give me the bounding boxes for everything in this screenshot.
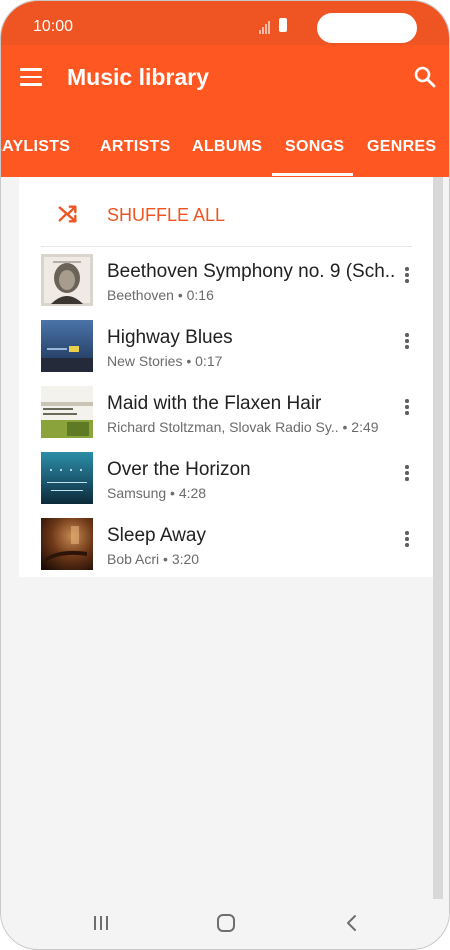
- song-subtitle: New Stories • 0:17: [107, 353, 223, 369]
- shuffle-all-button[interactable]: SHUFFLE ALL: [19, 177, 433, 247]
- phone-frame: 10:00 Music library LAYLISTS ARTISTS ALB…: [0, 0, 450, 950]
- app-bar: Music library: [1, 45, 449, 109]
- album-art: [41, 254, 93, 306]
- song-title: Sleep Away: [107, 525, 206, 546]
- song-list: SHUFFLE ALL Beethoven Symphony no. 9 (Sc…: [19, 177, 433, 577]
- song-title: Beethoven Symphony no. 9 (Sch..: [107, 261, 396, 282]
- home-icon[interactable]: [217, 914, 235, 932]
- scrollbar[interactable]: [433, 177, 443, 899]
- song-subtitle: Bob Acri • 3:20: [107, 551, 200, 567]
- song-row[interactable]: Over the Horizon Samsung • 4:28: [19, 452, 433, 518]
- song-subtitle: Richard Stoltzman, Slovak Radio Sy.. • 2…: [107, 419, 379, 435]
- song-row[interactable]: Highway Blues New Stories • 0:17: [19, 320, 433, 386]
- more-vert-icon[interactable]: [402, 531, 412, 551]
- song-row[interactable]: Beethoven Symphony no. 9 (Sch.. Beethove…: [19, 254, 433, 320]
- recent-apps-icon[interactable]: [93, 915, 109, 931]
- tab-bar: LAYLISTS ARTISTS ALBUMS SONGS GENRES: [1, 109, 449, 177]
- search-icon[interactable]: [413, 65, 437, 89]
- signal-icon: [259, 21, 270, 34]
- shuffle-all-label: SHUFFLE ALL: [107, 205, 226, 225]
- song-row[interactable]: Sleep Away Bob Acri • 3:20: [19, 518, 433, 584]
- camera-cutout: [317, 13, 417, 43]
- song-title: Highway Blues: [107, 327, 233, 348]
- song-row[interactable]: Maid with the Flaxen Hair Richard Stoltz…: [19, 386, 433, 452]
- tab-artists[interactable]: ARTISTS: [100, 109, 171, 177]
- tab-playlists[interactable]: LAYLISTS: [1, 109, 70, 177]
- more-vert-icon[interactable]: [402, 333, 412, 353]
- selected-tab-indicator: [272, 173, 353, 176]
- status-bar: 10:00: [1, 1, 449, 45]
- more-vert-icon[interactable]: [402, 267, 412, 287]
- menu-icon[interactable]: [20, 68, 42, 86]
- status-time: 10:00: [33, 18, 74, 35]
- tab-songs[interactable]: SONGS: [285, 109, 344, 177]
- system-nav-bar: [1, 899, 449, 949]
- album-art: [41, 320, 93, 372]
- tab-albums[interactable]: ALBUMS: [192, 109, 262, 177]
- shuffle-icon: [58, 205, 77, 223]
- battery-icon: [279, 18, 287, 32]
- tab-genres[interactable]: GENRES: [367, 109, 436, 177]
- album-art: [41, 452, 93, 504]
- divider: [41, 246, 412, 247]
- song-subtitle: Samsung • 4:28: [107, 485, 207, 501]
- back-icon[interactable]: [345, 914, 359, 932]
- page-title: Music library: [67, 64, 209, 90]
- song-subtitle: Beethoven • 0:16: [107, 287, 214, 303]
- album-art: [41, 518, 93, 570]
- more-vert-icon[interactable]: [402, 465, 412, 485]
- song-title: Over the Horizon: [107, 459, 251, 480]
- song-title: Maid with the Flaxen Hair: [107, 393, 322, 414]
- album-art: [41, 386, 93, 438]
- more-vert-icon[interactable]: [402, 399, 412, 419]
